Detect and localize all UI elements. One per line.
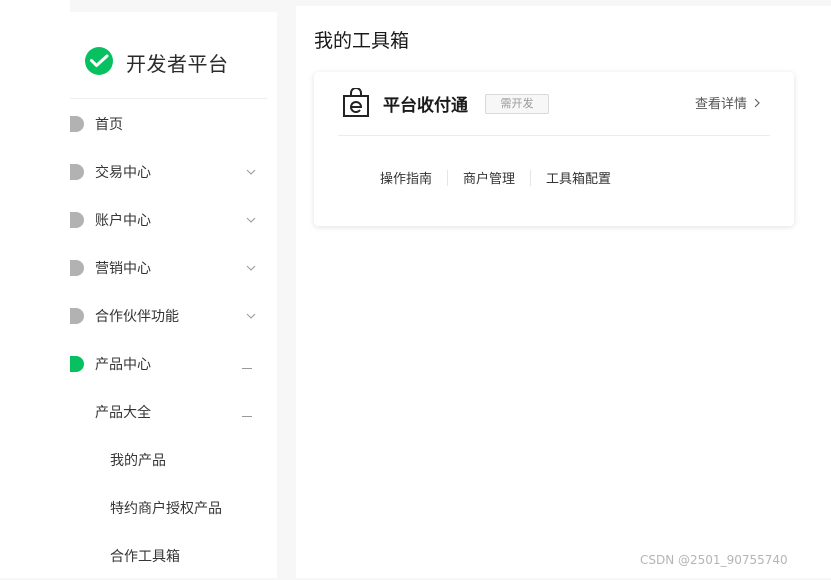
chevron-down-icon bbox=[246, 169, 256, 175]
nav-dot-icon bbox=[70, 260, 84, 276]
sidebar-item-label: 交易中心 bbox=[95, 165, 151, 181]
brand-name: 开发者平台 bbox=[126, 51, 229, 76]
watermark: CSDN @2501_90755740 bbox=[640, 553, 788, 567]
sidebar-item-label: 账户中心 bbox=[95, 213, 151, 229]
sidebar-item-home[interactable]: 首页 bbox=[70, 100, 277, 148]
page-title: 我的工具箱 bbox=[314, 30, 410, 52]
sidebar-item-special-merchant-products[interactable]: 特约商户授权产品 bbox=[70, 484, 277, 532]
sidebar-item-trade-center[interactable]: 交易中心 bbox=[70, 148, 277, 196]
left-margin bbox=[0, 0, 70, 578]
chevron-down-icon bbox=[246, 217, 256, 223]
sidebar-item-label: 产品中心 bbox=[95, 357, 151, 373]
nav-dot-icon bbox=[70, 164, 84, 180]
sidebar-item-label: 营销中心 bbox=[95, 261, 151, 277]
divider bbox=[530, 169, 532, 186]
nav-dot-active-icon bbox=[70, 356, 84, 372]
divider bbox=[447, 169, 449, 186]
sidebar-item-marketing-center[interactable]: 营销中心 bbox=[70, 244, 277, 292]
sidebar-nav: 首页 交易中心 账户中心 营销中心 合作伙伴功能 产品中心 产品大全 我的产品 … bbox=[70, 100, 277, 580]
sidebar-item-product-catalog[interactable]: 产品大全 bbox=[70, 388, 277, 436]
sidebar-item-account-center[interactable]: 账户中心 bbox=[70, 196, 277, 244]
collapse-dash-icon bbox=[242, 368, 252, 369]
sidebar-item-label: 我的产品 bbox=[110, 453, 166, 469]
divider bbox=[70, 98, 267, 99]
nav-dot-icon bbox=[70, 116, 84, 132]
status-badge: 需开发 bbox=[485, 94, 549, 114]
sidebar-item-label: 首页 bbox=[95, 117, 123, 133]
toolbox-config-link[interactable]: 工具箱配置 bbox=[546, 168, 611, 187]
sidebar-item-label: 特约商户授权产品 bbox=[110, 501, 222, 517]
sidebar-item-label: 合作伙伴功能 bbox=[95, 309, 179, 325]
card-title: 平台收付通 bbox=[383, 96, 468, 116]
collapse-dash-icon bbox=[242, 416, 252, 417]
logo[interactable]: 开发者平台 bbox=[83, 46, 229, 78]
sidebar-item-partner-functions[interactable]: 合作伙伴功能 bbox=[70, 292, 277, 340]
sidebar-item-product-center[interactable]: 产品中心 bbox=[70, 340, 277, 388]
card-links: 操作指南 商户管理 工具箱配置 bbox=[380, 168, 611, 187]
sidebar: 开发者平台 首页 交易中心 账户中心 营销中心 合作伙伴功能 产品中心 产品大全… bbox=[70, 12, 277, 578]
wechat-pay-logo-icon bbox=[85, 47, 113, 75]
sidebar-item-partner-toolbox[interactable]: 合作工具箱 bbox=[70, 532, 277, 580]
sidebar-item-label: 合作工具箱 bbox=[110, 549, 180, 565]
merchant-management-link[interactable]: 商户管理 bbox=[463, 168, 515, 187]
operation-guide-link[interactable]: 操作指南 bbox=[380, 168, 432, 187]
view-details-label: 查看详情 bbox=[695, 97, 748, 112]
sidebar-item-label: 产品大全 bbox=[95, 405, 151, 421]
sidebar-item-my-products[interactable]: 我的产品 bbox=[70, 436, 277, 484]
chevron-down-icon bbox=[246, 265, 256, 271]
divider bbox=[338, 135, 770, 136]
view-details-link[interactable]: 查看详情 bbox=[695, 93, 761, 112]
nav-dot-icon bbox=[70, 308, 84, 324]
chevron-right-icon bbox=[754, 98, 760, 107]
toolbox-card: 平台收付通 需开发 查看详情 操作指南 商户管理 工具箱配置 bbox=[314, 72, 794, 226]
nav-dot-icon bbox=[70, 212, 84, 228]
shopping-bag-e-icon bbox=[343, 88, 369, 117]
chevron-down-icon bbox=[246, 313, 256, 319]
